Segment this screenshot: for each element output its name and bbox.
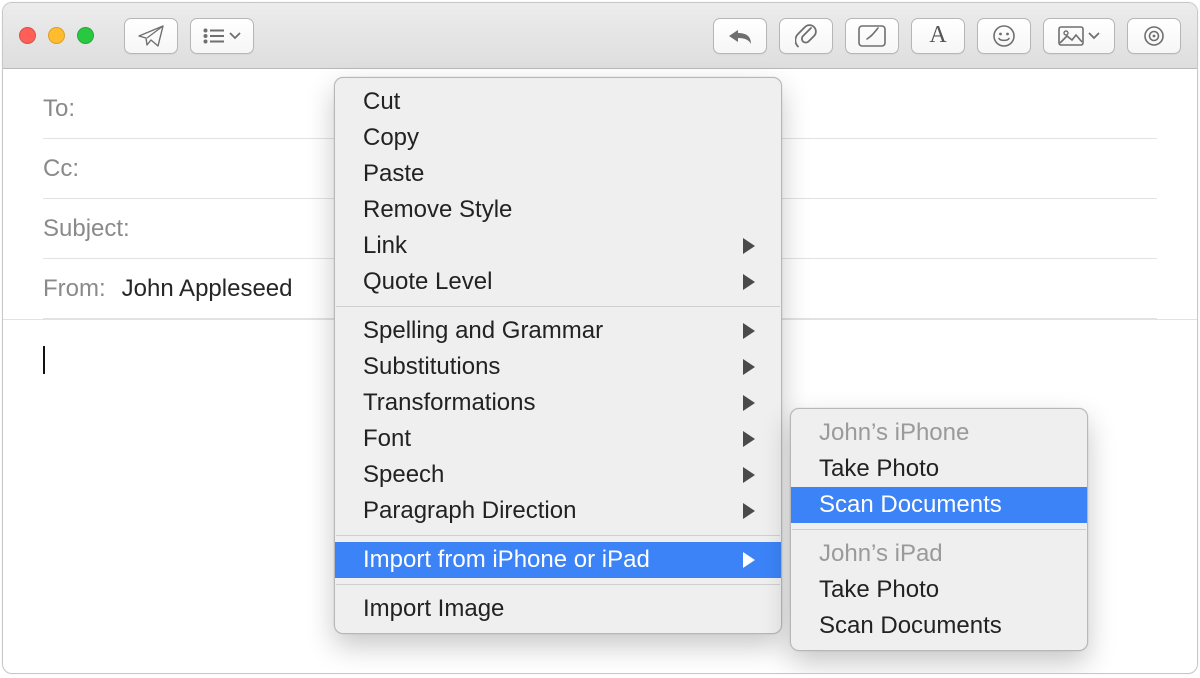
menu-separator	[336, 306, 780, 307]
photo-icon	[1058, 26, 1084, 46]
paperplane-icon	[138, 25, 164, 47]
submenu-arrow-icon	[743, 552, 755, 568]
menu-paste[interactable]: Paste	[335, 156, 781, 192]
list-icon	[203, 28, 225, 44]
menu-cut[interactable]: Cut	[335, 84, 781, 120]
menu-substitutions[interactable]: Substitutions	[335, 349, 781, 385]
menu-link[interactable]: Link	[335, 228, 781, 264]
close-window-button[interactable]	[19, 27, 36, 44]
submenu-arrow-icon	[743, 395, 755, 411]
toolbar: A	[3, 3, 1197, 69]
chevron-down-icon	[1088, 32, 1100, 40]
menu-separator	[336, 535, 780, 536]
submenu-ipad-take-photo[interactable]: Take Photo	[791, 572, 1087, 608]
menu-import-from-device[interactable]: Import from iPhone or iPad	[335, 542, 781, 578]
submenu-arrow-icon	[743, 503, 755, 519]
annotate-button[interactable]	[1127, 18, 1181, 54]
submenu-arrow-icon	[743, 238, 755, 254]
menu-quote-level[interactable]: Quote Level	[335, 264, 781, 300]
attach-button[interactable]	[779, 18, 833, 54]
reply-icon	[727, 27, 753, 45]
minimize-window-button[interactable]	[48, 27, 65, 44]
reply-button[interactable]	[713, 18, 767, 54]
submenu-iphone-scan-documents[interactable]: Scan Documents	[791, 487, 1087, 523]
menu-import-image[interactable]: Import Image	[335, 591, 781, 627]
submenu-ipad-scan-documents[interactable]: Scan Documents	[791, 608, 1087, 644]
submenu-arrow-icon	[743, 359, 755, 375]
from-value: John Appleseed	[122, 275, 293, 303]
menu-separator	[792, 529, 1086, 530]
photo-browser-button[interactable]	[1043, 18, 1115, 54]
compose-window: A	[2, 2, 1198, 674]
target-icon	[1142, 24, 1166, 48]
format-button[interactable]: A	[911, 18, 965, 54]
markup-attach-button[interactable]	[845, 18, 899, 54]
menu-separator	[336, 584, 780, 585]
fullscreen-window-button[interactable]	[77, 27, 94, 44]
menu-copy[interactable]: Copy	[335, 120, 781, 156]
menu-speech[interactable]: Speech	[335, 457, 781, 493]
submenu-arrow-icon	[743, 431, 755, 447]
smiley-icon	[992, 24, 1016, 48]
cc-label: Cc:	[43, 155, 143, 183]
menu-spelling-grammar[interactable]: Spelling and Grammar	[335, 313, 781, 349]
submenu-iphone-header: John’s iPhone	[791, 415, 1087, 451]
menu-font[interactable]: Font	[335, 421, 781, 457]
menu-remove-style[interactable]: Remove Style	[335, 192, 781, 228]
to-label: To:	[43, 95, 143, 123]
menu-paragraph-direction[interactable]: Paragraph Direction	[335, 493, 781, 529]
submenu-ipad-header: John’s iPad	[791, 536, 1087, 572]
paperclip-icon	[795, 24, 817, 48]
emoji-button[interactable]	[977, 18, 1031, 54]
context-menu: Cut Copy Paste Remove Style Link Quote L…	[334, 77, 782, 634]
subject-label: Subject:	[43, 215, 143, 243]
send-button[interactable]	[124, 18, 178, 54]
window-controls	[19, 27, 94, 44]
submenu-arrow-icon	[743, 274, 755, 290]
from-label: From:	[43, 275, 106, 303]
menu-transformations[interactable]: Transformations	[335, 385, 781, 421]
header-fields-button[interactable]	[190, 18, 254, 54]
text-cursor	[43, 346, 45, 374]
submenu-iphone-take-photo[interactable]: Take Photo	[791, 451, 1087, 487]
markup-icon	[858, 25, 886, 47]
import-device-submenu: John’s iPhone Take Photo Scan Documents …	[790, 408, 1088, 651]
text-format-icon: A	[929, 22, 946, 49]
submenu-arrow-icon	[743, 323, 755, 339]
chevron-down-icon	[229, 32, 241, 40]
submenu-arrow-icon	[743, 467, 755, 483]
